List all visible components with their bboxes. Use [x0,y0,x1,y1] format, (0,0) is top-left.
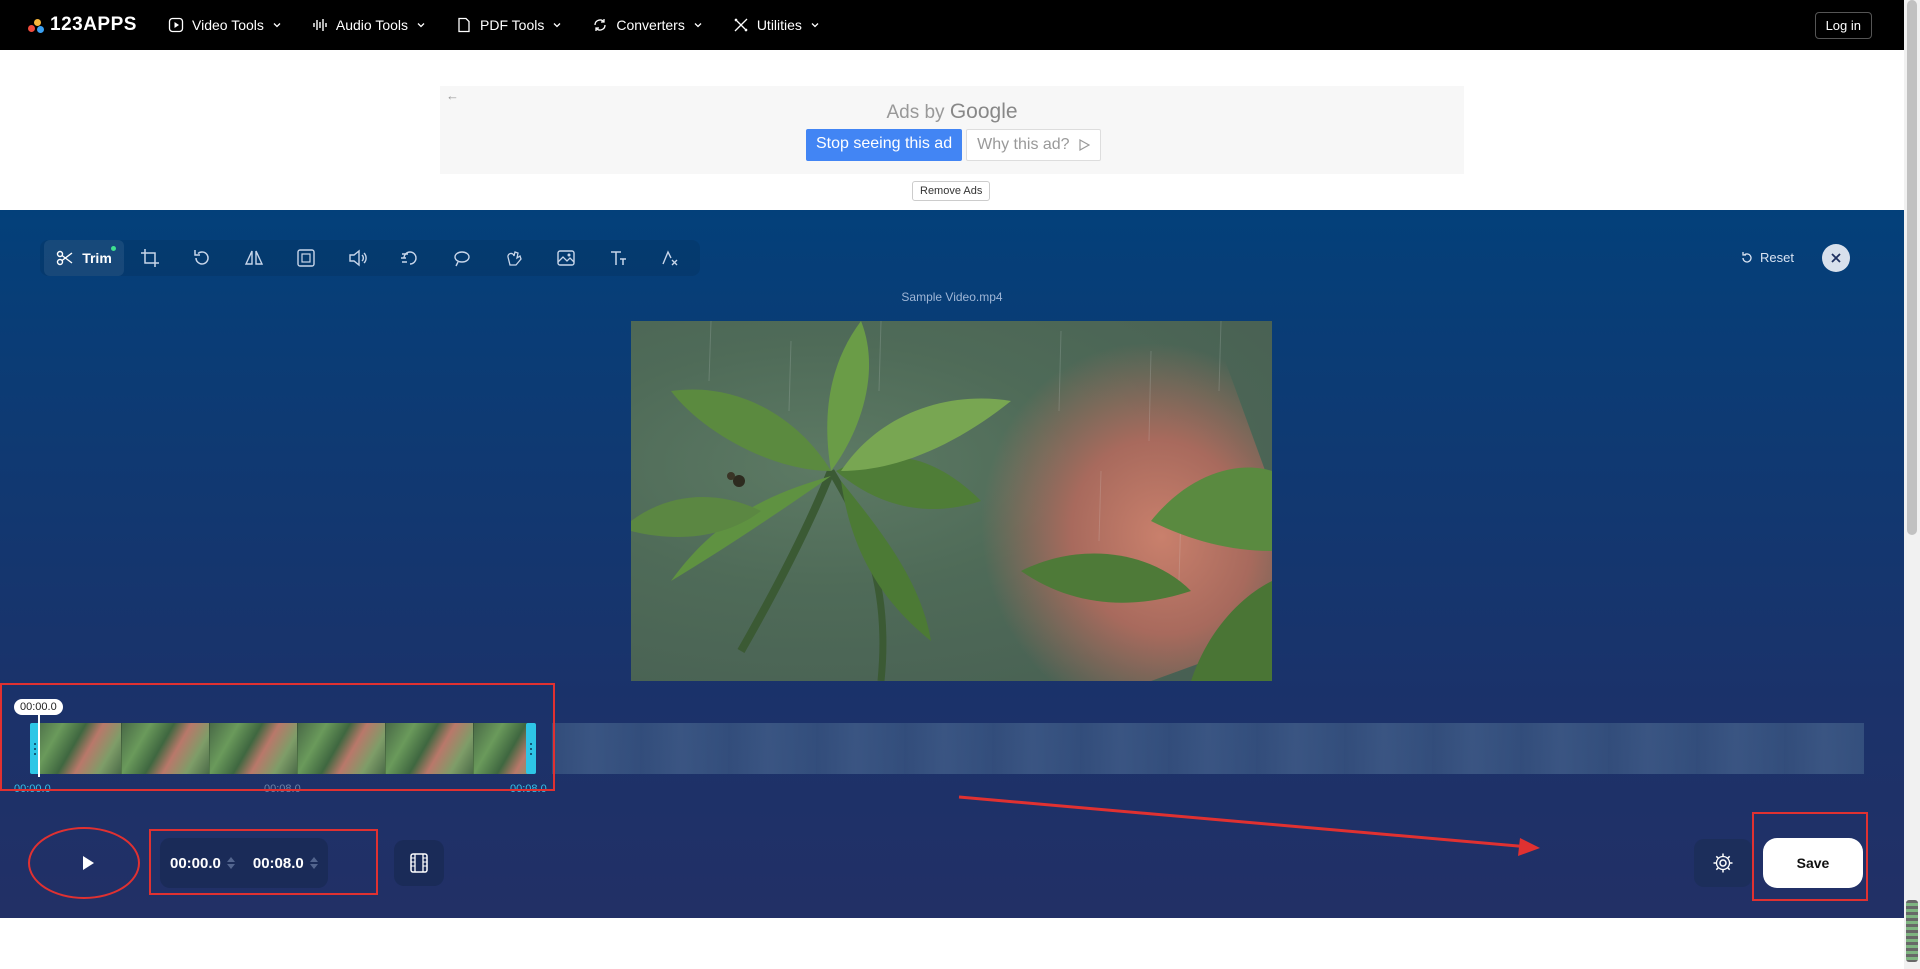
nav-item-pdf-tools[interactable]: PDF Tools [456,17,562,33]
close-icon [1831,253,1841,263]
split-frames-button[interactable] [394,840,444,886]
nav-item-label: Audio Tools [335,17,409,33]
page-scrollbar[interactable] [1904,0,1920,969]
chevron-down-icon [417,23,425,28]
annotation-circle-play [28,827,140,899]
nav-item-utilities[interactable]: Utilities [733,17,820,33]
settings-button[interactable] [1694,839,1752,887]
annotation-arrow [958,795,1540,856]
reset-button[interactable]: Reset [1740,250,1794,265]
rotate-icon [194,250,209,265]
chevron-down-icon [811,23,819,28]
remove-logo-icon [662,250,678,266]
text-icon [611,251,626,265]
tool-speed[interactable] [384,240,436,276]
ads-by-google: Ads by Google [886,100,1018,123]
annotation-box-timeline [0,683,555,791]
convert-icon [594,19,606,31]
loop-icon [454,251,470,267]
tool-resize[interactable] [280,240,332,276]
chevron-down-icon [553,23,561,28]
tool-crop[interactable] [124,240,176,276]
tool-rotate[interactable] [176,240,228,276]
image-icon [557,250,575,266]
reset-icon [1742,251,1752,263]
plant-image [631,321,1272,681]
tool-stabilize[interactable] [488,240,540,276]
video-editor: Trim Reset Sample Video.mp4 00:00.0 00:0… [0,210,1904,918]
film-strip-icon [410,853,428,873]
gear-icon [1713,853,1733,873]
nav-item-video-tools[interactable]: Video Tools [168,17,282,33]
tool-image[interactable] [540,240,592,276]
tool-trim[interactable]: Trim [44,240,124,276]
tool-volume[interactable] [332,240,384,276]
ad-choices-icon [1078,139,1090,151]
top-navbar: 123APPS Video Tools Audio Tools PDF Tool… [0,0,1904,50]
tool-flip[interactable] [228,240,280,276]
ad-banner: ← Ads by Google Stop seeing this ad Why … [440,86,1464,174]
stop-seeing-ad-button[interactable]: Stop seeing this ad [806,129,963,161]
resize-icon [297,249,315,267]
ad-area: ← Ads by Google Stop seeing this ad Why … [0,50,1904,210]
tool-text[interactable] [592,240,644,276]
nav-item-label: PDF Tools [480,17,545,33]
close-button[interactable] [1822,244,1850,272]
tool-loop[interactable] [436,240,488,276]
login-button[interactable]: Log in [1814,12,1872,39]
chevron-down-icon [694,23,702,28]
logo-text: 123APPS [50,14,137,35]
logo[interactable]: 123APPS [28,14,137,36]
timeline-track[interactable] [552,723,1864,774]
annotation-box-times [149,829,378,895]
active-dot [111,246,116,251]
flip-icon [244,250,264,265]
ad-buttons: Stop seeing this ad Why this ad? [806,129,1101,161]
annotation-box-save [1752,812,1868,901]
nav-item-converters[interactable]: Converters [592,17,702,33]
editor-toolbar: Trim [40,240,700,276]
logo-icon [28,16,46,34]
document-icon [458,17,470,33]
nav-item-label: Video Tools [192,17,264,33]
nav-item-label: Utilities [756,17,802,33]
scrollbar-thumb[interactable] [1907,0,1917,535]
video-filename: Sample Video.mp4 [901,290,1003,304]
remove-ads-button[interactable]: Remove Ads [912,181,991,201]
crop-icon [141,249,159,267]
video-icon [168,17,184,33]
tools-icon [734,18,748,32]
volume-icon [349,249,367,267]
chevron-down-icon [273,23,281,28]
nav-item-label: Converters [616,17,685,33]
scissors-icon [57,250,73,266]
tool-remove-logo[interactable] [644,240,696,276]
speed-icon [401,251,417,265]
main-nav: Video Tools Audio Tools PDF Tools Conver… [168,0,850,50]
stabilize-icon [507,251,522,266]
why-this-ad-button[interactable]: Why this ad? [966,129,1101,161]
audio-wave-icon [313,19,327,31]
video-preview[interactable] [631,321,1272,681]
nav-item-audio-tools[interactable]: Audio Tools [312,17,426,33]
